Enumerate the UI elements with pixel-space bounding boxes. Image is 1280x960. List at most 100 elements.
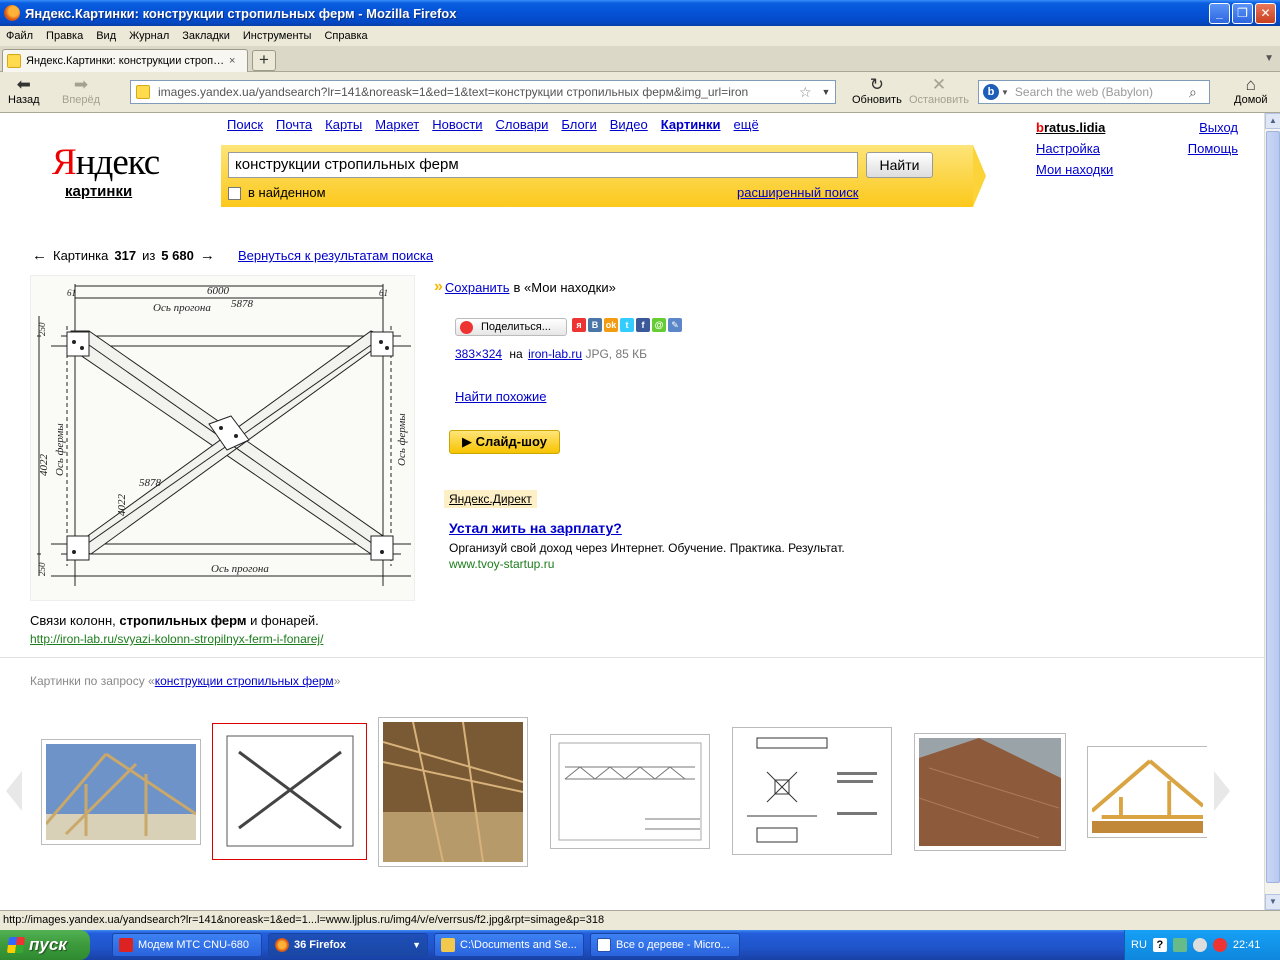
yaru-icon[interactable]: я [572, 318, 586, 332]
settings-link[interactable]: Настройка [1036, 138, 1113, 159]
within-found-checkbox[interactable] [228, 187, 241, 200]
main-picture[interactable]: 6000 5878 61 61 Ось прогона Ось прогона … [30, 275, 415, 601]
thumbnail-2-selected[interactable] [212, 723, 367, 860]
web-search-box[interactable]: b ▼ Search the web (Babylon) ⌕ [978, 80, 1210, 104]
share-button[interactable]: Поделиться... [455, 318, 567, 336]
next-picture-arrow-icon[interactable]: → [200, 247, 215, 264]
menu-bookmarks[interactable]: Закладки [182, 30, 230, 42]
vertical-scrollbar[interactable]: ▲ ▼ [1264, 113, 1280, 910]
ad-title-link[interactable]: Устал жить на зарплату? [449, 520, 622, 536]
minimize-button[interactable]: _ [1209, 2, 1230, 24]
restore-button[interactable]: ❐ [1232, 2, 1253, 24]
bookmark-star-icon[interactable]: ☆ [799, 84, 817, 101]
odnoklassniki-icon[interactable]: ok [604, 318, 618, 332]
facebook-icon[interactable]: f [636, 318, 650, 332]
service-market[interactable]: Маркет [375, 117, 419, 132]
svg-text:5878: 5878 [139, 477, 162, 489]
share-icon [460, 320, 473, 334]
help-link[interactable]: Помощь [1160, 138, 1238, 159]
thumbnail-5[interactable] [732, 727, 892, 855]
task-firefox-group[interactable]: 36 Firefox ▼ [268, 933, 428, 957]
find-button[interactable]: Найти [866, 152, 933, 178]
opera-tray-icon[interactable] [1212, 938, 1227, 952]
save-link[interactable]: Сохранить [445, 280, 510, 295]
username-link[interactable]: bratus.lidia [1036, 117, 1113, 138]
prev-picture-arrow-icon[interactable]: ← [32, 247, 47, 264]
task-explorer[interactable]: C:\Documents and Se... [434, 933, 584, 957]
url-dropdown-icon[interactable]: ▼ [817, 87, 835, 97]
logout-link[interactable]: Выход [1160, 117, 1238, 138]
title-bar: Яндекс.Картинки: конструкции стропильных… [0, 0, 1280, 26]
thumbs-prev-arrow-icon[interactable] [6, 771, 22, 811]
dimensions-link[interactable]: 383×324 [455, 347, 502, 361]
twitter-icon[interactable]: t [620, 318, 634, 332]
site-link[interactable]: iron-lab.ru [528, 347, 582, 361]
livejournal-icon[interactable]: ✎ [668, 318, 682, 332]
service-maps[interactable]: Карты [325, 117, 362, 132]
service-news[interactable]: Новости [432, 117, 482, 132]
stop-button[interactable]: ✕ Остановить [909, 75, 969, 106]
vkontakte-icon[interactable]: B [588, 318, 602, 332]
menu-file[interactable]: Файл [6, 30, 33, 42]
thumbnail-1[interactable] [41, 739, 201, 845]
new-tab-button[interactable]: + [252, 50, 276, 71]
search-placeholder[interactable]: Search the web (Babylon) [1015, 85, 1189, 99]
scroll-up-icon[interactable]: ▲ [1265, 113, 1280, 129]
service-search[interactable]: Поиск [227, 117, 263, 132]
close-window-button[interactable]: ✕ [1255, 2, 1276, 24]
service-images[interactable]: Картинки [661, 117, 721, 132]
picture-of: из [142, 248, 156, 263]
task-mts-modem[interactable]: Модем МТС CNU-680 [112, 933, 262, 957]
advanced-search-link[interactable]: расширенный поиск [737, 185, 858, 200]
yandex-direct-label[interactable]: Яндекс.Директ [444, 490, 537, 508]
tab-close-icon[interactable]: × [229, 55, 243, 67]
menu-tools[interactable]: Инструменты [243, 30, 312, 42]
network-icon[interactable] [1172, 938, 1187, 952]
service-more[interactable]: ещё [734, 117, 759, 132]
query-input[interactable]: конструкции стропильных ферм [228, 152, 858, 178]
scrollbar-thumb[interactable] [1266, 131, 1280, 883]
moi-mir-icon[interactable]: @ [652, 318, 666, 332]
volume-icon[interactable] [1192, 938, 1207, 952]
start-button[interactable]: пуск [0, 930, 90, 960]
thumbs-next-arrow-icon[interactable] [1214, 771, 1230, 811]
search-icon[interactable]: ⌕ [1189, 84, 1209, 101]
site-favicon-icon [136, 85, 150, 99]
thumbnail-6[interactable] [914, 733, 1066, 851]
thumbnail-7[interactable] [1087, 746, 1207, 838]
yandex-logo[interactable]: Яндекс [52, 141, 160, 184]
help-icon[interactable]: ? [1152, 938, 1167, 952]
find-similar-link[interactable]: Найти похожие [455, 389, 546, 404]
back-to-results-link[interactable]: Вернуться к результатам поиска [238, 248, 433, 263]
service-blogs[interactable]: Блоги [561, 117, 596, 132]
url-text[interactable]: images.yandex.ua/yandsearch?lr=141&norea… [158, 85, 799, 99]
task-label: C:\Documents and Se... [460, 939, 577, 951]
thumbnail-4[interactable] [550, 734, 710, 849]
search-engine-dropdown-icon[interactable]: ▼ [1001, 88, 1009, 97]
menu-history[interactable]: Журнал [129, 30, 169, 42]
language-indicator[interactable]: RU [1131, 939, 1147, 951]
thumbnail-3[interactable] [378, 717, 528, 867]
tab-list-chevron-icon[interactable]: ▼ [1264, 53, 1274, 64]
forward-button[interactable]: ➡ Вперёд [62, 75, 100, 106]
service-video[interactable]: Видео [610, 117, 648, 132]
related-query-link[interactable]: конструкции стропильных ферм [155, 674, 334, 688]
reload-button[interactable]: ↻ Обновить [852, 75, 902, 106]
slideshow-button[interactable]: ▶ Слайд-шоу [449, 430, 560, 454]
menu-help[interactable]: Справка [324, 30, 367, 42]
back-button[interactable]: ⬅ Назад [8, 75, 40, 106]
source-url-link[interactable]: http://iron-lab.ru/svyazi-kolonn-stropil… [30, 632, 323, 646]
home-button[interactable]: ⌂ Домой [1234, 75, 1268, 106]
tab-yandex-images[interactable]: Яндекс.Картинки: конструкции стропильн..… [2, 49, 248, 72]
address-bar[interactable]: images.yandex.ua/yandsearch?lr=141&norea… [130, 80, 836, 104]
menu-view[interactable]: Вид [96, 30, 116, 42]
service-dictionaries[interactable]: Словари [496, 117, 549, 132]
picture-caption: Связи колонн, стропильных ферм и фонарей… [30, 613, 319, 628]
menu-edit[interactable]: Правка [46, 30, 83, 42]
service-mail[interactable]: Почта [276, 117, 312, 132]
images-service-link[interactable]: картинки [65, 183, 132, 200]
my-finds-link[interactable]: Мои находки [1036, 159, 1113, 180]
task-word-document[interactable]: Все о дереве - Micro... [590, 933, 740, 957]
scroll-down-icon[interactable]: ▼ [1265, 894, 1280, 910]
ad-url[interactable]: www.tvoy-startup.ru [449, 557, 554, 571]
